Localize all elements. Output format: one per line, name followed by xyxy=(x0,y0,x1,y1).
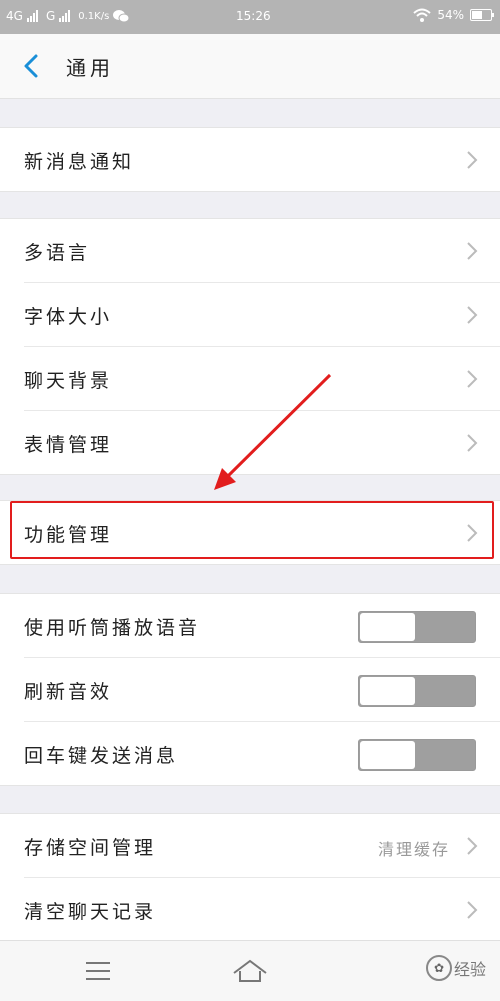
row-sticker-manage[interactable]: 表情管理 xyxy=(24,411,500,474)
row-label: 刷新音效 xyxy=(24,681,113,703)
row-refresh-sound: 刷新音效 xyxy=(24,658,500,722)
row-feature-manage[interactable]: 功能管理 xyxy=(24,501,500,564)
toggle-switch[interactable] xyxy=(358,675,476,707)
network-speed: 0.1K/s xyxy=(78,10,110,22)
toggle-switch[interactable] xyxy=(358,739,476,771)
menu-icon[interactable] xyxy=(78,955,118,987)
row-storage-manage[interactable]: 存储空间管理 清理缓存 xyxy=(24,814,500,878)
page-title: 通用 xyxy=(66,56,114,80)
toggle-knob xyxy=(360,741,415,769)
chevron-right-icon xyxy=(467,901,478,919)
wifi-icon xyxy=(413,8,431,22)
status-left: 4G G 0.1K/s xyxy=(6,9,130,23)
row-label: 字体大小 xyxy=(24,306,113,328)
battery-percent: 54% xyxy=(437,8,464,22)
row-value: 清理缓存 xyxy=(377,840,450,859)
status-time: 15:26 xyxy=(236,9,271,23)
row-label: 表情管理 xyxy=(24,434,113,456)
settings-group-storage: 存储空间管理 清理缓存 清空聊天记录 xyxy=(0,813,500,942)
settings-group-notifications: 新消息通知 xyxy=(0,127,500,192)
watermark-text: 经验 xyxy=(453,960,486,979)
toggle-knob xyxy=(360,677,415,705)
battery-icon xyxy=(470,9,494,21)
paw-logo-icon: ✿ xyxy=(425,955,452,981)
row-chat-background[interactable]: 聊天背景 xyxy=(24,347,500,411)
row-label: 多语言 xyxy=(24,242,91,264)
row-new-message-notify[interactable]: 新消息通知 xyxy=(24,128,500,191)
watermark: ✿ 经验 xyxy=(425,955,486,981)
signal-icon xyxy=(59,10,71,22)
chevron-right-icon xyxy=(467,524,478,542)
row-earpiece-voice: 使用听筒播放语音 xyxy=(24,594,500,658)
row-label: 聊天背景 xyxy=(24,370,113,392)
row-font-size[interactable]: 字体大小 xyxy=(24,283,500,347)
settings-group-toggles: 使用听筒播放语音 刷新音效 回车键发送消息 xyxy=(0,593,500,786)
network-type-2: G xyxy=(45,9,56,23)
chevron-right-icon xyxy=(467,370,478,388)
row-label: 清空聊天记录 xyxy=(24,901,157,923)
status-bar: 4G G 0.1K/s 15:26 54% xyxy=(0,0,500,34)
settings-group-features: 功能管理 xyxy=(0,500,500,565)
chevron-right-icon xyxy=(467,306,478,324)
row-label: 功能管理 xyxy=(24,524,113,546)
chevron-right-icon xyxy=(467,837,478,855)
chevron-right-icon xyxy=(467,242,478,260)
chevron-right-icon xyxy=(467,151,478,169)
row-enter-to-send: 回车键发送消息 xyxy=(24,722,500,785)
row-label: 存储空间管理 xyxy=(24,837,157,859)
network-type-1: 4G xyxy=(6,9,23,23)
home-icon[interactable] xyxy=(230,955,270,987)
chevron-right-icon xyxy=(467,434,478,452)
toggle-knob xyxy=(360,613,415,641)
row-language[interactable]: 多语言 xyxy=(24,219,500,283)
status-right: 54% xyxy=(413,8,494,22)
signal-icon xyxy=(26,10,38,22)
wechat-icon xyxy=(113,10,130,23)
row-label: 新消息通知 xyxy=(24,151,135,173)
row-label: 回车键发送消息 xyxy=(24,745,179,767)
settings-group-display: 多语言 字体大小 聊天背景 表情管理 xyxy=(0,218,500,475)
row-clear-chat-history[interactable]: 清空聊天记录 xyxy=(24,878,500,941)
app-header: 通用 xyxy=(0,34,500,99)
row-label: 使用听筒播放语音 xyxy=(24,617,201,639)
toggle-switch[interactable] xyxy=(358,611,476,643)
back-arrow-icon[interactable] xyxy=(20,52,44,80)
nav-bar: ✿ 经验 xyxy=(0,940,500,1001)
